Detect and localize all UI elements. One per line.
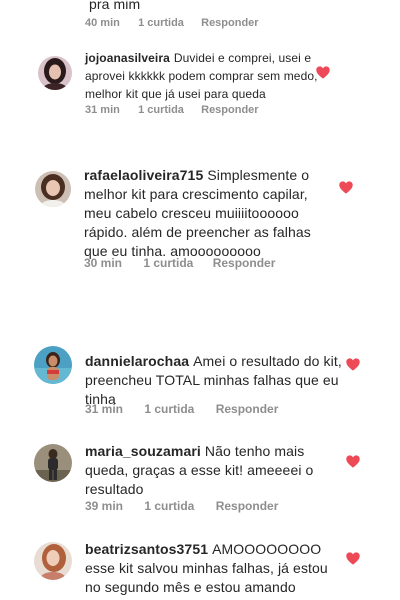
- comment-text-block: pra mim: [85, 0, 355, 14]
- reply-button[interactable]: Responder: [216, 499, 279, 513]
- like-heart-icon[interactable]: [346, 358, 360, 371]
- comment-meta: 30 min 1 curtida Responder: [84, 256, 275, 270]
- comment-text-block: maria_souzamari Não tenho mais queda, gra…: [85, 442, 340, 499]
- comment-time: 39 min: [85, 499, 124, 513]
- avatar[interactable]: [34, 542, 72, 580]
- comment-time: 40 min: [85, 17, 120, 29]
- comment-meta: 31 min 1 curtida Responder: [85, 104, 259, 116]
- comment-text-block: dannielarochaa Amei o resultado do kit, p…: [85, 352, 345, 409]
- comment-like-count[interactable]: 1 curtida: [138, 104, 198, 116]
- comment-text-block: rafaelaoliveira715 Simplesmente o melhor …: [84, 166, 334, 261]
- comment-username[interactable]: beatrizsantos3751: [85, 541, 208, 557]
- comment-time: 31 min: [85, 402, 124, 416]
- comment-text-block: jojoanasilveira Duvidei e comprei, usei e…: [85, 49, 320, 103]
- reply-button[interactable]: Responder: [201, 104, 258, 116]
- like-heart-icon[interactable]: [346, 455, 360, 468]
- avatar[interactable]: [34, 346, 72, 384]
- reply-button[interactable]: Responder: [213, 256, 276, 270]
- comment-meta: 40 min 1 curtida Responder: [85, 17, 259, 29]
- like-heart-icon[interactable]: [339, 181, 353, 194]
- comment-username[interactable]: dannielarochaa: [85, 353, 189, 369]
- comment-body: pra mim: [89, 0, 141, 12]
- comment-meta: 39 min 1 curtida Responder: [85, 499, 278, 513]
- comment-text-block: beatrizsantos3751 AMOOOOOOOO esse kit sal…: [85, 540, 345, 597]
- comment-like-count[interactable]: 1 curtida: [143, 256, 209, 270]
- comment-time: 30 min: [84, 256, 123, 270]
- comment-like-count[interactable]: 1 curtida: [144, 499, 212, 513]
- comment-username[interactable]: rafaelaoliveira715: [84, 167, 203, 183]
- reply-button[interactable]: Responder: [201, 17, 258, 29]
- comment-username[interactable]: maria_souzamari: [85, 443, 201, 459]
- comment-username[interactable]: jojoanasilveira: [85, 51, 170, 65]
- comment-time: 31 min: [85, 104, 120, 116]
- avatar[interactable]: [38, 56, 72, 90]
- avatar[interactable]: [34, 444, 72, 482]
- like-heart-icon[interactable]: [346, 552, 360, 565]
- reply-button[interactable]: Responder: [216, 402, 279, 416]
- like-heart-icon[interactable]: [316, 66, 330, 79]
- avatar[interactable]: [35, 171, 71, 207]
- comment-meta: 31 min 1 curtida Responder: [85, 402, 278, 416]
- comment-like-count[interactable]: 1 curtida: [138, 17, 198, 29]
- comment-like-count[interactable]: 1 curtida: [144, 402, 212, 416]
